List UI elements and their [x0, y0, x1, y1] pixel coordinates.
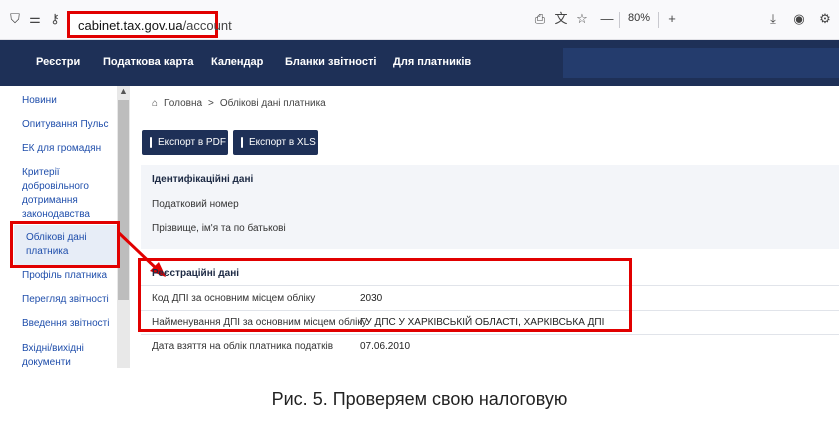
account-icon[interactable]: ◉ [790, 10, 808, 28]
zoom-out-icon[interactable]: — [598, 10, 616, 28]
zoom-level[interactable]: 80% [628, 12, 650, 24]
top-navigation: Реєстри Податкова карта Календар Бланки … [0, 40, 839, 86]
sidebar-item-view-reports[interactable]: Перегляд звітності [22, 293, 117, 307]
export-xls-label: Експорт в XLS [249, 137, 316, 148]
identification-title: Ідентифікаційні дані [152, 174, 254, 185]
export-pdf-button[interactable]: Експорт в PDF [142, 130, 228, 155]
key-icon[interactable]: ⚷ [46, 10, 64, 28]
sidebar-item-citizen-ek[interactable]: ЕК для громадян [22, 142, 117, 156]
nav-item-for-payers[interactable]: Для платників [393, 56, 471, 68]
sidebar-item-pulse-survey[interactable]: Опитування Пульс [22, 118, 117, 132]
highlight-box-registration [138, 258, 632, 332]
nav-search-area[interactable] [563, 48, 839, 78]
download-icon[interactable]: ⤓ [764, 10, 782, 28]
nav-item-registries[interactable]: Реєстри [36, 56, 80, 68]
zoom-in-icon[interactable]: + [663, 10, 681, 28]
divider [141, 334, 839, 335]
sidebar-item-documents[interactable]: Вхідні/вихідні документи [22, 342, 102, 368]
document-icon [150, 137, 152, 148]
full-name-label: Прізвище, ім'я та по батькові [152, 223, 286, 234]
translate-icon[interactable]: 文 [552, 10, 570, 28]
address-bar[interactable]: cabinet.tax.gov.ua/account [67, 11, 232, 38]
registration-date-value: 07.06.2010 [360, 341, 411, 352]
scroll-up-icon[interactable]: ▲ [119, 86, 128, 96]
breadcrumb: ⌂ Головна > Облікові дані платника [152, 98, 332, 109]
toolbar-divider [619, 12, 620, 28]
sidebar-item-news[interactable]: Новини [22, 94, 117, 108]
nav-item-calendar[interactable]: Календар [211, 56, 263, 68]
toolbar-divider [658, 12, 659, 28]
figure-caption: Рис. 5. Проверяем свою налоговую [271, 389, 568, 409]
reader-view-icon[interactable]: ⎙ [531, 10, 549, 28]
breadcrumb-separator: > [208, 98, 214, 109]
permissions-icon[interactable]: ⚌ [26, 10, 44, 28]
document-icon [241, 137, 243, 148]
bookmark-star-icon[interactable]: ☆ [573, 10, 591, 28]
browser-toolbar: ⛉ ⚌ ⚷ cabinet.tax.gov.ua/account ⎙ 文 ☆ —… [0, 0, 839, 40]
sidebar-item-compliance-criteria[interactable]: Критерії добровільного дотримання законо… [22, 166, 117, 222]
nav-item-report-forms[interactable]: Бланки звітності [285, 56, 376, 68]
home-icon[interactable]: ⌂ [152, 98, 158, 109]
export-pdf-label: Експорт в PDF [158, 137, 226, 148]
shield-icon[interactable]: ⛉ [6, 10, 24, 28]
sidebar-scrollbar-thumb[interactable] [118, 100, 129, 300]
url-text: cabinet.tax.gov.ua/account [78, 18, 232, 33]
sidebar-item-payer-profile[interactable]: Профіль платника [22, 269, 117, 283]
registration-date-label: Дата взяття на облік платника податків [152, 341, 334, 352]
sidebar-item-enter-reports[interactable]: Введення звітності [22, 317, 117, 331]
export-xls-button[interactable]: Експорт в XLS [233, 130, 318, 155]
breadcrumb-home[interactable]: Головна [164, 98, 202, 109]
tax-number-label: Податковий номер [152, 199, 239, 210]
nav-item-tax-map[interactable]: Податкова карта [103, 56, 194, 68]
breadcrumb-current: Облікові дані платника [219, 98, 326, 109]
extensions-icon[interactable]: ⚙ [816, 10, 834, 28]
highlight-box-sidebar [10, 221, 120, 268]
